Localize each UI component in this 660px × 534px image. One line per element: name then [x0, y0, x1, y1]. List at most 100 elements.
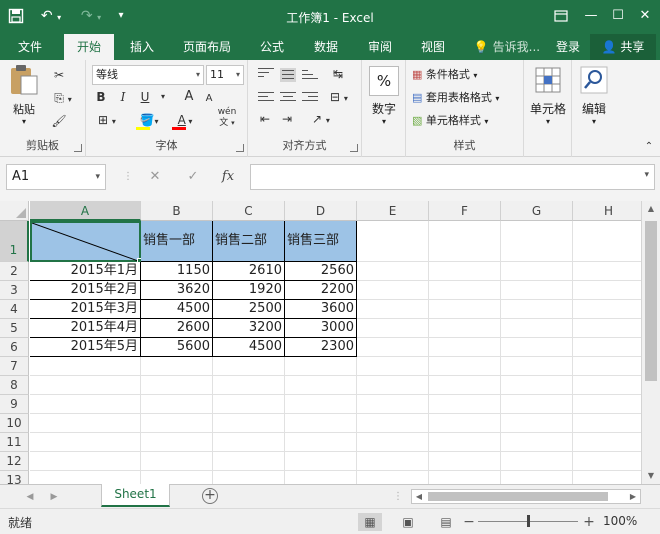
editing-button[interactable]: 编辑 ▾ — [574, 66, 614, 126]
format-painter-icon[interactable]: 🖌 — [50, 112, 68, 130]
cell[interactable] — [357, 357, 429, 376]
align-middle-icon[interactable] — [280, 68, 296, 82]
cell[interactable] — [30, 395, 141, 414]
cell[interactable] — [30, 414, 141, 433]
cell[interactable] — [357, 300, 429, 319]
tab-view[interactable]: 视图 — [411, 34, 455, 60]
maximize-icon[interactable]: ☐ — [603, 4, 633, 28]
merge-center-icon[interactable]: ⊟ ▾ — [324, 88, 354, 106]
cell[interactable] — [285, 452, 357, 471]
cell[interactable] — [501, 300, 573, 319]
cell[interactable] — [285, 376, 357, 395]
cell[interactable] — [141, 414, 213, 433]
page-layout-view-icon[interactable]: ▣ — [396, 513, 420, 531]
cell[interactable] — [357, 262, 429, 281]
tab-page-layout[interactable]: 页面布局 — [174, 34, 240, 60]
cell[interactable] — [213, 452, 285, 471]
cell[interactable] — [501, 262, 573, 281]
cell[interactable] — [285, 395, 357, 414]
zoom-slider-thumb[interactable] — [527, 515, 530, 527]
vertical-scroll-thumb[interactable] — [645, 221, 657, 381]
row-header[interactable]: 8 — [0, 376, 29, 395]
tell-me-box[interactable]: 💡 告诉我... — [468, 34, 546, 60]
cell[interactable] — [30, 452, 141, 471]
tab-review[interactable]: 审阅 — [358, 34, 402, 60]
share-button[interactable]: 👤 共享 — [590, 34, 656, 60]
cell[interactable] — [30, 433, 141, 452]
cell[interactable] — [429, 452, 501, 471]
cell[interactable] — [141, 452, 213, 471]
cell[interactable] — [357, 281, 429, 300]
cell[interactable] — [501, 376, 573, 395]
insert-function-icon[interactable]: fx — [218, 167, 238, 187]
cell[interactable]: 销售一部 — [141, 221, 213, 262]
row-header[interactable]: 7 — [0, 357, 29, 376]
cell[interactable] — [573, 281, 645, 300]
column-header[interactable]: C — [213, 201, 285, 221]
tab-home[interactable]: 开始 — [64, 34, 114, 60]
phonetic-guide-icon[interactable]: wén 文 ▾ — [212, 107, 242, 128]
cell[interactable] — [213, 357, 285, 376]
cell[interactable] — [501, 281, 573, 300]
cell[interactable] — [573, 414, 645, 433]
cell[interactable] — [429, 414, 501, 433]
font-size-combo[interactable]: 11 ▾ — [206, 65, 244, 85]
column-header[interactable]: D — [285, 201, 357, 221]
cell[interactable] — [501, 471, 573, 484]
scroll-down-icon[interactable]: ▼ — [642, 468, 660, 484]
cell[interactable] — [429, 395, 501, 414]
normal-view-icon[interactable]: ▦ — [358, 513, 382, 531]
diagonal-header-cell[interactable] — [30, 221, 142, 263]
cell[interactable] — [429, 262, 501, 281]
row-header[interactable]: 11 — [0, 433, 29, 452]
font-color-icon[interactable]: A ▾ — [170, 111, 200, 130]
tab-formulas[interactable]: 公式 — [250, 34, 294, 60]
decrease-indent-icon[interactable]: ⇤ — [256, 110, 274, 128]
cell[interactable] — [501, 414, 573, 433]
borders-icon[interactable]: ⊞ ▾ — [92, 111, 122, 129]
scroll-left-icon[interactable]: ◀ — [412, 490, 426, 503]
cell[interactable] — [573, 300, 645, 319]
cell-styles-button[interactable]: ▧ 单元格样式 ▾ — [412, 112, 522, 128]
cell[interactable]: 2610 — [213, 262, 285, 281]
row-header[interactable]: 2 — [0, 262, 29, 281]
column-header[interactable]: F — [429, 201, 501, 221]
cell[interactable] — [141, 433, 213, 452]
cell[interactable]: 2500 — [213, 300, 285, 319]
cell[interactable] — [285, 433, 357, 452]
horizontal-scroll-thumb[interactable] — [428, 492, 608, 501]
align-bottom-icon[interactable] — [302, 70, 318, 84]
cell[interactable] — [213, 433, 285, 452]
row-header[interactable]: 9 — [0, 395, 29, 414]
orientation-icon[interactable]: ↗ ▾ — [306, 110, 336, 128]
align-left-icon[interactable] — [258, 92, 274, 106]
zoom-in-icon[interactable]: + — [582, 513, 596, 531]
formula-input[interactable]: ▾ — [250, 164, 655, 190]
alignment-launcher-icon[interactable] — [350, 144, 358, 152]
scroll-up-icon[interactable]: ▲ — [642, 201, 660, 217]
zoom-out-icon[interactable]: − — [462, 513, 476, 531]
wrap-text-icon[interactable]: ↹ — [324, 65, 352, 83]
cell[interactable] — [573, 221, 645, 262]
zoom-level[interactable]: 100% — [603, 514, 637, 528]
name-box[interactable]: A1 ▾ — [6, 164, 106, 190]
cell[interactable] — [141, 395, 213, 414]
underline-button[interactable]: U — [136, 88, 154, 106]
cell[interactable] — [213, 395, 285, 414]
cell[interactable]: 2300 — [285, 338, 357, 357]
row-header[interactable]: 5 — [0, 319, 29, 338]
cell[interactable] — [357, 338, 429, 357]
cell[interactable] — [501, 319, 573, 338]
minimize-icon[interactable]: — — [576, 4, 606, 28]
cell[interactable]: 5600 — [141, 338, 213, 357]
font-name-combo[interactable]: 等线 ▾ — [92, 65, 204, 85]
cell[interactable] — [357, 433, 429, 452]
worksheet-grid[interactable]: ABCDEFGH 1 2 3 4 5 6 7 8 9 10 11 12 13 销售一部 销售二部 销售三部 2… — [0, 201, 660, 484]
sheet-tab-sheet1[interactable]: Sheet1 — [101, 484, 170, 507]
italic-button[interactable]: I — [114, 88, 132, 106]
cell[interactable]: 3600 — [285, 300, 357, 319]
cell[interactable] — [141, 471, 213, 484]
paste-button[interactable]: 粘贴 ▾ — [6, 64, 42, 126]
cell[interactable] — [141, 357, 213, 376]
cells-button[interactable]: 单元格 ▾ — [528, 66, 568, 126]
